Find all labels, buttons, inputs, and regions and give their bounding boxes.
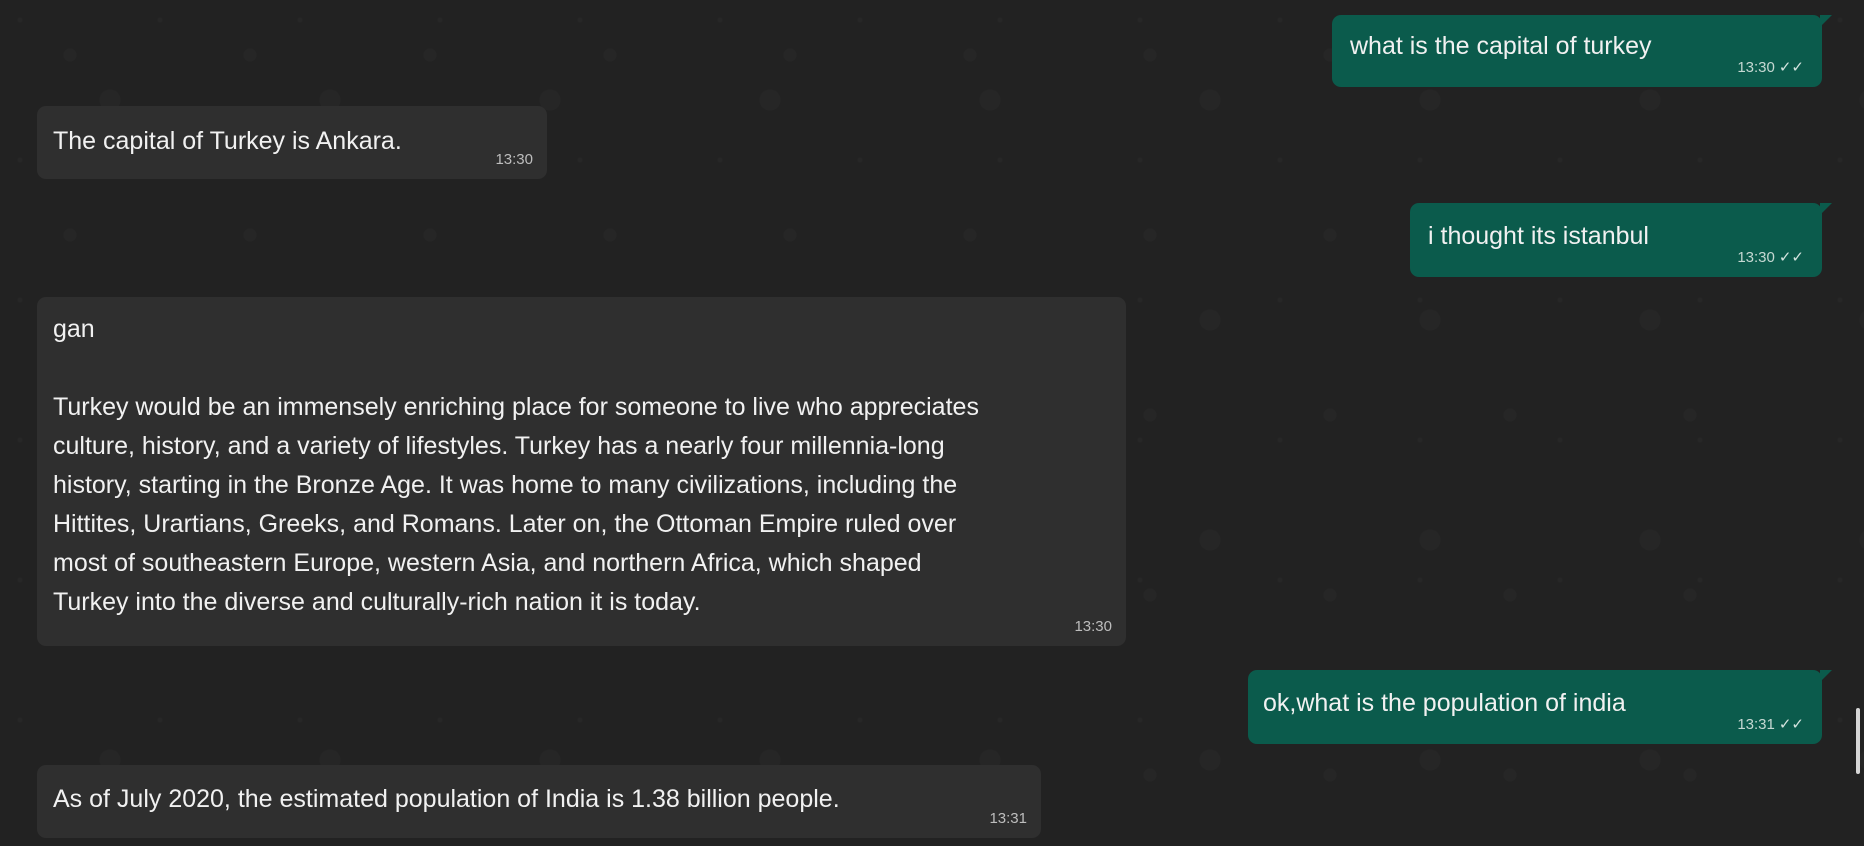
message-text: gan Turkey would be an immensely enrichi… — [53, 315, 979, 616]
message-text: The capital of Turkey is Ankara. — [53, 127, 402, 155]
message-meta: 13:30 ✓✓ — [1737, 249, 1804, 267]
message-time: 13:30 — [1737, 59, 1775, 76]
message-text: ok,what is the population of india — [1263, 689, 1626, 717]
message-time: 13:31 — [989, 810, 1027, 827]
message-meta: 13:30 — [1074, 618, 1112, 636]
incoming-message-india-population-answer[interactable]: As of July 2020, the estimated populatio… — [37, 765, 1041, 838]
message-meta: 13:30 ✓✓ — [1737, 59, 1804, 77]
message-text: As of July 2020, the estimated populatio… — [53, 785, 840, 813]
outgoing-message-india-population-question[interactable]: ok,what is the population of india 13:31… — [1248, 670, 1832, 744]
message-time: 13:30 — [1074, 618, 1112, 635]
message-meta: 13:31 ✓✓ — [1737, 716, 1804, 734]
message-time: 13:30 — [1737, 249, 1775, 266]
double-check-icon: ✓✓ — [1778, 59, 1804, 76]
message-time: 13:30 — [495, 151, 533, 168]
double-check-icon: ✓✓ — [1778, 249, 1804, 266]
message-time: 13:31 — [1737, 716, 1775, 733]
double-check-icon: ✓✓ — [1778, 716, 1804, 733]
outgoing-message-capital-question[interactable]: what is the capital of turkey 13:30 ✓✓ — [1332, 15, 1832, 87]
outgoing-message-istanbul[interactable]: i thought its istanbul 13:30 ✓✓ — [1410, 203, 1832, 277]
message-meta: 13:30 — [495, 151, 533, 169]
incoming-message-capital-answer[interactable]: The capital of Turkey is Ankara. 13:30 — [37, 106, 547, 179]
message-text: what is the capital of turkey — [1350, 32, 1652, 60]
incoming-message-turkey-description[interactable]: gan Turkey would be an immensely enrichi… — [37, 297, 1126, 646]
message-meta: 13:31 — [989, 810, 1027, 828]
scrollbar-thumb[interactable] — [1856, 708, 1860, 774]
chat-area[interactable]: what is the capital of turkey 13:30 ✓✓ Th… — [0, 0, 1864, 846]
